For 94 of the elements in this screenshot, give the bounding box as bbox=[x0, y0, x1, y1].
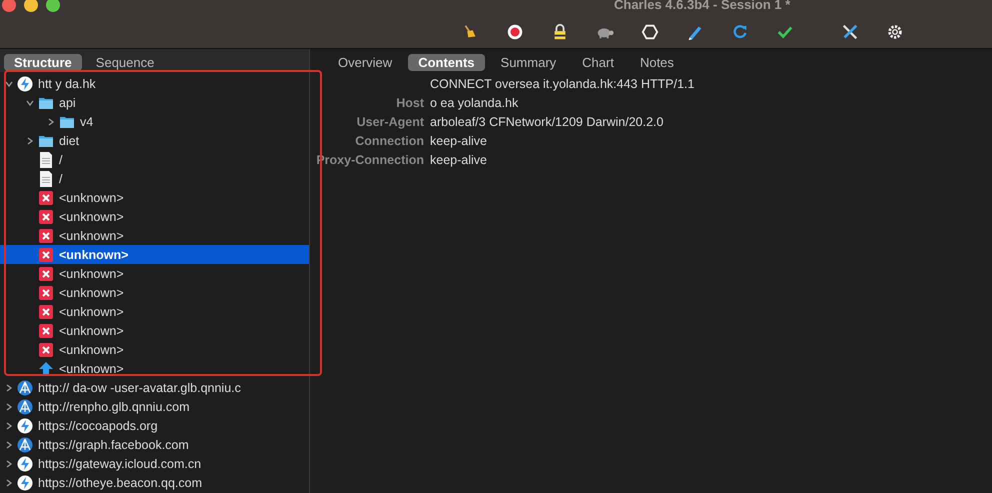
tree-row[interactable]: <unknown> bbox=[0, 264, 309, 283]
disclosure-icon[interactable] bbox=[46, 116, 56, 126]
tree-row[interactable]: http://renpho.glb.qnniu.com bbox=[0, 397, 309, 416]
tree-row[interactable]: / bbox=[0, 169, 309, 188]
tree-row[interactable]: <unknown> bbox=[0, 359, 309, 378]
tree-row[interactable]: https://otheye.beacon.qq.com bbox=[0, 473, 309, 492]
tree-row[interactable]: http:// da-ow -user-avatar.glb.qnniu.c bbox=[0, 378, 309, 397]
disclosure-icon[interactable] bbox=[25, 136, 35, 146]
disclosure-icon[interactable] bbox=[4, 458, 14, 468]
tree-row[interactable]: <unknown> bbox=[0, 207, 309, 226]
error-icon bbox=[38, 342, 54, 358]
error-icon bbox=[38, 322, 54, 338]
disclosure-icon[interactable] bbox=[4, 478, 14, 488]
tree-label: https://gateway.icloud.com.cn bbox=[37, 456, 202, 470]
header-value: keep-alive bbox=[430, 134, 487, 148]
disclosure-icon[interactable] bbox=[4, 440, 14, 450]
tab[interactable]: Overview bbox=[328, 54, 402, 71]
tree-label: https://graph.facebook.com bbox=[37, 438, 189, 452]
tree-label: api bbox=[58, 96, 76, 110]
header-name: Connection bbox=[355, 134, 424, 148]
tree-row[interactable]: https://gateway.icloud.com.cn bbox=[0, 454, 309, 473]
tab[interactable]: Summary bbox=[490, 54, 566, 71]
tools-icon[interactable] bbox=[841, 23, 859, 41]
tree-label: https://cocoapods.org bbox=[37, 418, 158, 432]
tree-label: <unknown> bbox=[58, 248, 128, 262]
tree-label: <unknown> bbox=[58, 286, 124, 300]
disclosure-icon[interactable] bbox=[4, 420, 14, 430]
zoom-button[interactable] bbox=[46, 0, 60, 12]
header-value: o ea yolanda.hk bbox=[430, 96, 518, 110]
tree-label: <unknown> bbox=[58, 190, 124, 204]
tree-row[interactable]: <unknown> bbox=[0, 226, 309, 245]
tab[interactable]: Contents bbox=[408, 54, 485, 71]
globe-icon bbox=[17, 380, 33, 396]
tree-row[interactable]: https://graph.facebook.com bbox=[0, 435, 309, 454]
refresh-icon[interactable] bbox=[731, 23, 749, 41]
document-icon bbox=[38, 152, 54, 168]
tree-row[interactable]: <unknown> bbox=[0, 245, 309, 264]
tree-label: https://otheye.beacon.qq.com bbox=[37, 476, 202, 490]
up-arrow-icon bbox=[38, 360, 54, 376]
tree-row[interactable]: <unknown> bbox=[0, 340, 309, 359]
lightning-icon bbox=[17, 456, 33, 472]
header-name: Host bbox=[396, 96, 424, 110]
tab[interactable]: Sequence bbox=[86, 54, 164, 71]
error-icon bbox=[38, 208, 54, 224]
tree-label: <unknown> bbox=[58, 304, 124, 318]
minimize-button[interactable] bbox=[24, 0, 38, 12]
lightning-icon bbox=[17, 474, 33, 490]
tree-row[interactable]: / bbox=[0, 150, 309, 169]
tree-label: <unknown> bbox=[58, 342, 124, 356]
tree-label: http:// da-ow -user-avatar.glb.qnniu.c bbox=[37, 380, 241, 394]
tree-row[interactable]: api bbox=[0, 93, 309, 112]
tree-label: <unknown> bbox=[58, 362, 124, 376]
lightning-icon bbox=[17, 76, 33, 92]
globe-icon bbox=[17, 436, 33, 452]
header-value: CONNECT overseа it.yolanda.hk:443 HTTP/1.1 bbox=[430, 76, 694, 90]
header-value: arboleaf/3 CFNetwork/1209 Darwin/20.2.0 bbox=[430, 114, 664, 128]
error-icon bbox=[38, 284, 54, 300]
error-icon bbox=[38, 246, 54, 262]
tree-label: <unknown> bbox=[58, 210, 124, 224]
error-icon bbox=[38, 228, 54, 244]
header-name: User-Agent bbox=[356, 114, 424, 128]
lightning-icon bbox=[17, 418, 33, 434]
tree-label: / bbox=[58, 152, 62, 166]
tree-row[interactable]: <unknown> bbox=[0, 188, 309, 207]
tab[interactable]: Chart bbox=[572, 54, 624, 71]
tree-row[interactable]: <unknown> bbox=[0, 283, 309, 302]
tree-label: v4 bbox=[79, 114, 94, 128]
tree-row[interactable]: <unknown> bbox=[0, 321, 309, 340]
tree-label: <unknown> bbox=[58, 324, 124, 338]
tab[interactable]: Notes bbox=[630, 54, 684, 71]
globe-icon bbox=[17, 398, 33, 414]
error-icon bbox=[38, 304, 54, 320]
tree-row[interactable]: v4 bbox=[0, 112, 309, 131]
error-icon bbox=[38, 190, 54, 206]
settings-icon[interactable] bbox=[886, 23, 904, 41]
disclosure-icon[interactable] bbox=[4, 382, 14, 392]
tree-label: / bbox=[58, 172, 62, 186]
document-icon bbox=[38, 170, 54, 186]
close-button[interactable] bbox=[2, 0, 16, 12]
tree-label: <unknown> bbox=[58, 266, 124, 280]
tree-row[interactable]: <unknown> bbox=[0, 302, 309, 321]
tree-label: <unknown> bbox=[58, 228, 124, 242]
record-icon[interactable] bbox=[506, 23, 524, 41]
error-icon bbox=[38, 266, 54, 282]
hexagon-icon[interactable] bbox=[641, 23, 659, 41]
disclosure-icon[interactable] bbox=[4, 402, 14, 412]
tree-row[interactable]: https://cocoapods.org bbox=[0, 416, 309, 435]
tree-label: htt y da.hk bbox=[37, 76, 96, 90]
tree-row[interactable]: diet bbox=[0, 131, 309, 150]
header-value: keep-alive bbox=[430, 152, 487, 166]
tree-row[interactable]: htt y da.hk bbox=[0, 74, 309, 93]
tab[interactable]: Structure bbox=[4, 54, 82, 71]
tree-label: http://renpho.glb.qnniu.com bbox=[37, 400, 190, 414]
tree-label: diet bbox=[58, 134, 80, 148]
